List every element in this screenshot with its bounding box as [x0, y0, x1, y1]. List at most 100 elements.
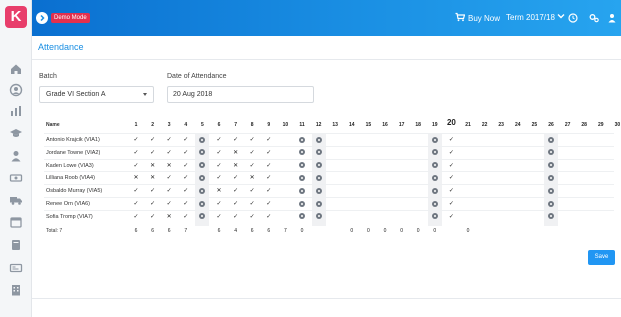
empty-cell[interactable]: [394, 185, 410, 197]
empty-cell[interactable]: [394, 198, 410, 210]
home-icon[interactable]: [9, 62, 23, 76]
present-check-icon[interactable]: ✓: [228, 172, 244, 184]
present-check-icon[interactable]: ✓: [443, 198, 459, 210]
empty-cell[interactable]: [560, 160, 576, 172]
empty-cell[interactable]: [377, 172, 393, 184]
empty-cell[interactable]: [477, 172, 493, 184]
empty-cell[interactable]: [277, 211, 293, 223]
user-icon[interactable]: [9, 149, 23, 163]
id-card-icon[interactable]: [9, 261, 23, 275]
empty-cell[interactable]: [377, 211, 393, 223]
present-check-icon[interactable]: ✓: [128, 198, 144, 210]
empty-cell[interactable]: [410, 211, 426, 223]
empty-cell[interactable]: [593, 198, 609, 210]
present-check-icon[interactable]: ✓: [128, 185, 144, 197]
empty-cell[interactable]: [360, 185, 376, 197]
empty-cell[interactable]: [593, 147, 609, 159]
date-of-attendance-input[interactable]: 20 Aug 2018: [167, 86, 314, 103]
empty-cell[interactable]: [327, 198, 343, 210]
empty-cell[interactable]: [360, 147, 376, 159]
empty-cell[interactable]: [344, 160, 360, 172]
absent-cross-icon[interactable]: ✕: [161, 211, 177, 223]
present-check-icon[interactable]: ✓: [244, 185, 260, 197]
empty-cell[interactable]: [593, 211, 609, 223]
present-check-icon[interactable]: ✓: [128, 147, 144, 159]
empty-cell[interactable]: [526, 147, 542, 159]
gears-icon[interactable]: [589, 13, 599, 23]
empty-cell[interactable]: [477, 160, 493, 172]
building-icon[interactable]: [9, 283, 23, 297]
buy-now-button[interactable]: Buy Now: [455, 12, 500, 26]
empty-cell[interactable]: [327, 185, 343, 197]
present-check-icon[interactable]: ✓: [443, 185, 459, 197]
empty-cell[interactable]: [493, 147, 509, 159]
empty-cell[interactable]: [344, 134, 360, 146]
term-selector[interactable]: Term 2017/18: [506, 12, 565, 24]
present-check-icon[interactable]: ✓: [211, 147, 227, 159]
empty-cell[interactable]: [560, 147, 576, 159]
present-check-icon[interactable]: ✓: [145, 147, 161, 159]
present-check-icon[interactable]: ✓: [178, 147, 194, 159]
clock-icon[interactable]: [568, 13, 578, 23]
empty-cell[interactable]: [394, 160, 410, 172]
empty-cell[interactable]: [609, 147, 621, 159]
present-check-icon[interactable]: ✓: [228, 211, 244, 223]
empty-cell[interactable]: [576, 147, 592, 159]
present-check-icon[interactable]: ✓: [178, 134, 194, 146]
empty-cell[interactable]: [460, 185, 476, 197]
present-check-icon[interactable]: ✓: [244, 134, 260, 146]
empty-cell[interactable]: [327, 211, 343, 223]
present-check-icon[interactable]: ✓: [261, 172, 277, 184]
present-check-icon[interactable]: ✓: [161, 147, 177, 159]
present-check-icon[interactable]: ✓: [178, 211, 194, 223]
empty-cell[interactable]: [344, 198, 360, 210]
empty-cell[interactable]: [510, 172, 526, 184]
empty-cell[interactable]: [394, 211, 410, 223]
empty-cell[interactable]: [576, 185, 592, 197]
empty-cell[interactable]: [510, 211, 526, 223]
empty-cell[interactable]: [410, 198, 426, 210]
truck-icon[interactable]: [9, 193, 23, 207]
graduation-cap-icon[interactable]: [9, 126, 23, 140]
empty-cell[interactable]: [510, 185, 526, 197]
empty-cell[interactable]: [493, 198, 509, 210]
empty-cell[interactable]: [360, 172, 376, 184]
empty-cell[interactable]: [560, 172, 576, 184]
present-check-icon[interactable]: ✓: [261, 211, 277, 223]
empty-cell[interactable]: [560, 211, 576, 223]
empty-cell[interactable]: [576, 160, 592, 172]
empty-cell[interactable]: [526, 172, 542, 184]
present-check-icon[interactable]: ✓: [211, 160, 227, 172]
present-check-icon[interactable]: ✓: [443, 211, 459, 223]
present-check-icon[interactable]: ✓: [443, 147, 459, 159]
present-check-icon[interactable]: ✓: [228, 185, 244, 197]
present-check-icon[interactable]: ✓: [178, 185, 194, 197]
empty-cell[interactable]: [344, 185, 360, 197]
empty-cell[interactable]: [394, 134, 410, 146]
empty-cell[interactable]: [593, 185, 609, 197]
empty-cell[interactable]: [377, 134, 393, 146]
present-check-icon[interactable]: ✓: [261, 198, 277, 210]
present-check-icon[interactable]: ✓: [161, 185, 177, 197]
present-check-icon[interactable]: ✓: [244, 198, 260, 210]
present-check-icon[interactable]: ✓: [443, 134, 459, 146]
empty-cell[interactable]: [377, 147, 393, 159]
empty-cell[interactable]: [344, 211, 360, 223]
empty-cell[interactable]: [576, 198, 592, 210]
empty-cell[interactable]: [460, 147, 476, 159]
empty-cell[interactable]: [460, 198, 476, 210]
empty-cell[interactable]: [493, 172, 509, 184]
present-check-icon[interactable]: ✓: [261, 185, 277, 197]
empty-cell[interactable]: [609, 185, 621, 197]
absent-cross-icon[interactable]: ✕: [128, 172, 144, 184]
empty-cell[interactable]: [560, 198, 576, 210]
empty-cell[interactable]: [510, 160, 526, 172]
empty-cell[interactable]: [510, 134, 526, 146]
absent-cross-icon[interactable]: ✕: [145, 172, 161, 184]
empty-cell[interactable]: [593, 160, 609, 172]
chart-icon[interactable]: [9, 104, 23, 118]
present-check-icon[interactable]: ✓: [244, 160, 260, 172]
empty-cell[interactable]: [410, 185, 426, 197]
empty-cell[interactable]: [526, 134, 542, 146]
empty-cell[interactable]: [394, 147, 410, 159]
